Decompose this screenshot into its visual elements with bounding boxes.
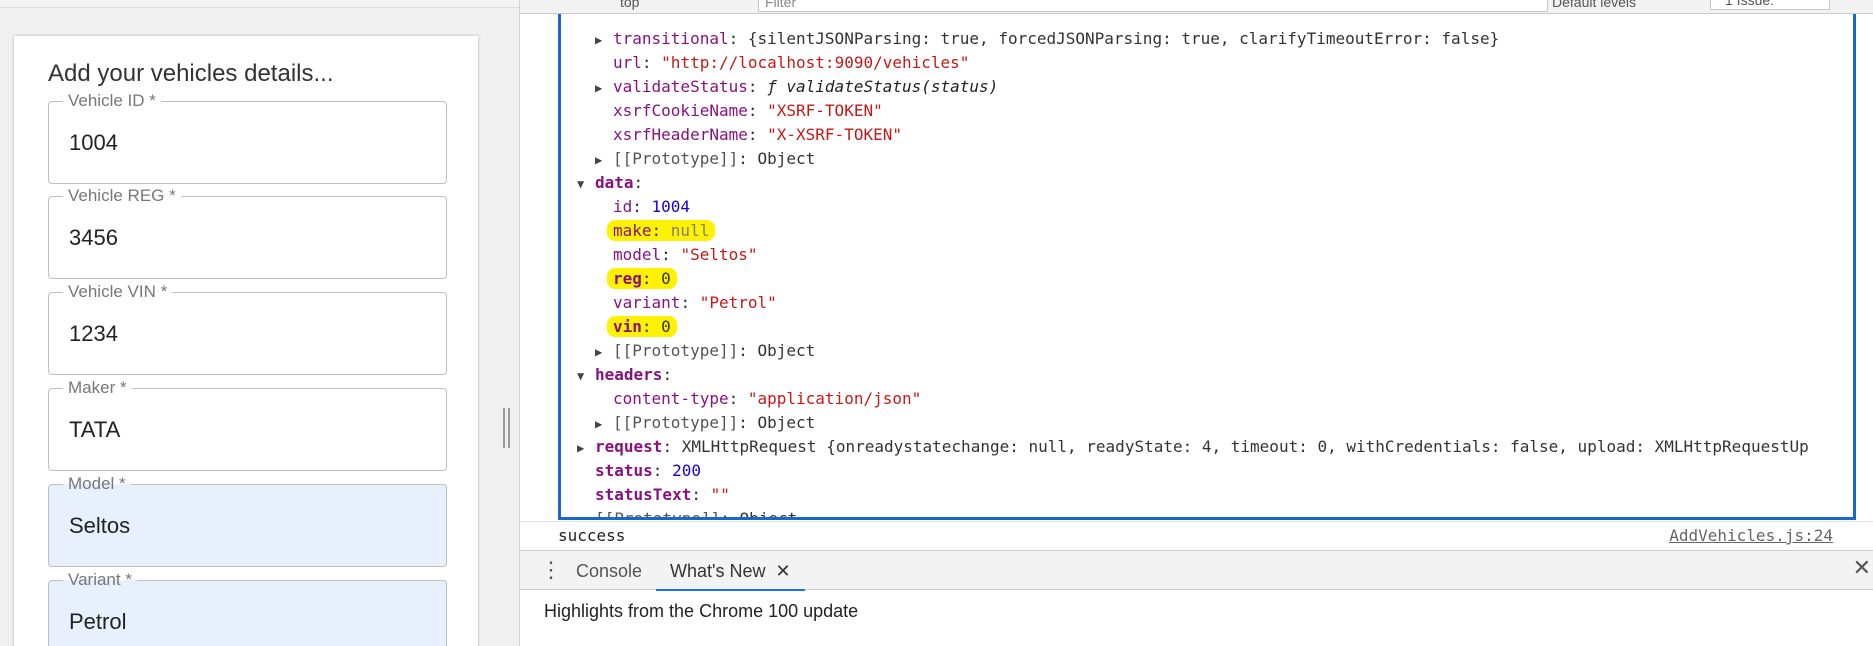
expanded-response-object: ▶ transitional: {silentJSONParsing: true,… xyxy=(558,14,1856,520)
vehicle-vin-label: Vehicle VIN * xyxy=(63,282,173,302)
variant-field[interactable]: Variant * Petrol xyxy=(48,570,447,646)
expand-triangle-icon[interactable]: ▶ xyxy=(577,436,595,460)
tab-whats-new[interactable]: What's New ✕ xyxy=(656,551,805,591)
row-xsrf-cookie: xsrfCookieName: "XSRF-TOKEN" xyxy=(613,101,883,120)
collapse-triangle-icon[interactable]: ▼ xyxy=(577,172,595,196)
vehicle-reg-value: 3456 xyxy=(69,225,118,250)
vehicle-vin-field[interactable]: Vehicle VIN * 1234 xyxy=(48,282,447,375)
expand-triangle-icon[interactable]: ▶ xyxy=(595,76,613,100)
row-url: url: "http://localhost:9090/vehicles" xyxy=(613,53,970,72)
vehicle-id-value: 1004 xyxy=(69,130,118,155)
row-content-type: content-type: "application/json" xyxy=(613,389,922,408)
row-data-make: make: null xyxy=(607,219,716,243)
close-icon[interactable]: ✕ xyxy=(775,561,790,581)
console-source-link[interactable]: AddVehicles.js:24 xyxy=(1669,526,1833,545)
issues-button[interactable]: 1 Issue: xyxy=(1710,0,1830,10)
log-levels-dropdown[interactable]: Default levels xyxy=(1552,0,1636,10)
tab-console[interactable]: Console xyxy=(576,551,642,591)
more-vertical-icon[interactable]: ⋮ xyxy=(540,557,562,585)
expand-triangle-icon[interactable]: ▶ xyxy=(595,148,613,172)
model-label: Model * xyxy=(63,474,131,494)
variant-label: Variant * xyxy=(63,570,137,590)
row-request[interactable]: ▶ request: XMLHttpRequest {onreadystatech… xyxy=(577,435,1809,459)
app-top-strip xyxy=(0,0,519,8)
variant-value: Petrol xyxy=(69,609,127,634)
row-prototype[interactable]: ▶ [[Prototype]]: Object xyxy=(595,147,815,171)
vehicle-form-card: Add your vehicles details... Vehicle ID … xyxy=(14,36,478,646)
row-data-variant: variant: "Petrol" xyxy=(613,293,777,312)
tab-whats-new-label: What's New xyxy=(670,561,766,581)
vehicle-id-field[interactable]: Vehicle ID * 1004 xyxy=(48,91,447,184)
row-status-text: statusText: "" xyxy=(595,485,730,504)
expand-triangle-icon[interactable]: ▶ xyxy=(595,340,613,364)
app-viewport: Add your vehicles details... Vehicle ID … xyxy=(0,0,520,646)
model-field[interactable]: Model * Seltos xyxy=(48,474,447,567)
vehicle-vin-value: 1234 xyxy=(69,321,118,346)
model-value: Seltos xyxy=(69,513,131,538)
whats-new-panel: Highlights from the Chrome 100 update xyxy=(520,591,1873,646)
row-data-vin: vin: 0 xyxy=(607,315,677,339)
row-headers-prototype[interactable]: ▶ [[Prototype]]: Object xyxy=(595,411,815,435)
expand-triangle-icon[interactable]: ▶ xyxy=(577,508,595,517)
row-xsrf-header: xsrfHeaderName: "X-XSRF-TOKEN" xyxy=(613,125,902,144)
context-selector[interactable]: top xyxy=(620,0,639,10)
row-validate-status[interactable]: ▶ validateStatus: ƒ validateStatus(status… xyxy=(595,75,998,99)
console-message-row: success AddVehicles.js:24 xyxy=(520,521,1873,549)
row-data[interactable]: ▼ data: xyxy=(577,171,643,195)
whats-new-highlights[interactable]: Highlights from the Chrome 100 update xyxy=(544,601,858,622)
row-data-id: id: 1004 xyxy=(613,197,691,216)
form-title: Add your vehicles details... xyxy=(48,60,334,87)
vehicle-reg-label: Vehicle REG * xyxy=(63,186,181,206)
expand-triangle-icon[interactable]: ▶ xyxy=(595,412,613,436)
devtools-panel: top Filter Default levels 1 Issue: ▶ tran… xyxy=(520,0,1873,646)
vehicle-id-label: Vehicle ID * xyxy=(63,91,161,111)
row-data-reg: reg: 0 xyxy=(607,267,677,291)
console-message-text: success xyxy=(558,526,626,545)
console-filter-input[interactable]: Filter xyxy=(758,0,1548,12)
row-status: status: 200 xyxy=(595,461,701,480)
row-transitional[interactable]: ▶ transitional: {silentJSONParsing: true,… xyxy=(595,27,1499,51)
drawer-tab-bar: ⋮ Console What's New ✕ ✕ xyxy=(520,550,1873,591)
row-data-model: model: "Seltos" xyxy=(613,245,758,264)
drawer-close-icon[interactable]: ✕ xyxy=(1853,555,1871,581)
maker-field[interactable]: Maker * TATA xyxy=(48,378,447,471)
maker-label: Maker * xyxy=(63,378,132,398)
console-toolbar: top Filter Default levels 1 Issue: xyxy=(520,0,1873,14)
collapse-triangle-icon[interactable]: ▼ xyxy=(577,364,595,388)
expand-triangle-icon[interactable]: ▶ xyxy=(595,28,613,52)
row-data-prototype[interactable]: ▶ [[Prototype]]: Object xyxy=(595,339,815,363)
pane-resize-handle[interactable] xyxy=(503,408,511,448)
row-root-prototype[interactable]: ▶ [[Prototype]]: Object xyxy=(577,507,797,517)
vehicle-reg-field[interactable]: Vehicle REG * 3456 xyxy=(48,186,447,279)
row-headers[interactable]: ▼ headers: xyxy=(577,363,672,387)
maker-value: TATA xyxy=(69,417,121,442)
